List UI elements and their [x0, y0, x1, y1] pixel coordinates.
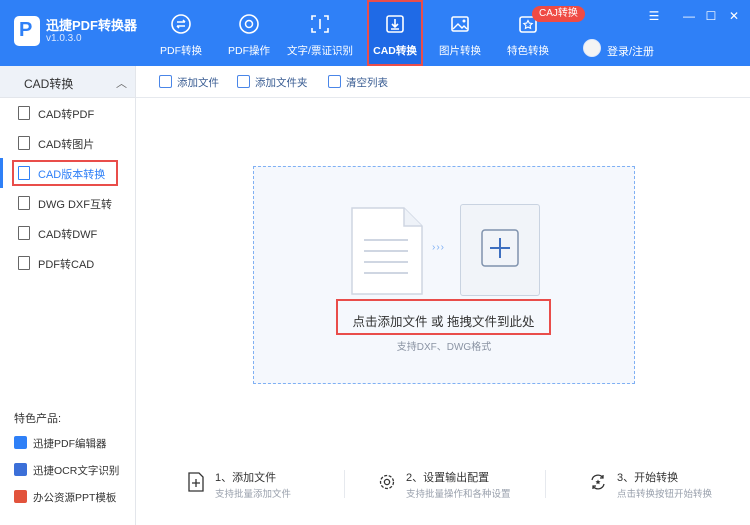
nav-cad-convert[interactable]: CAD转换: [367, 0, 423, 66]
featured-title: 特色产品:: [14, 413, 62, 425]
sidebar-item-dwg-dxf[interactable]: DWG DXF互转: [0, 188, 135, 218]
nav-image-convert[interactable]: 图片转换: [422, 0, 498, 66]
pdf-file-icon: [18, 106, 30, 120]
sidebar-item-label: CAD转DWF: [38, 229, 98, 241]
menu-icon[interactable]: ☰: [647, 9, 661, 23]
minimize-icon[interactable]: —: [682, 9, 696, 23]
document-illustration-icon: [351, 207, 423, 295]
toolbar: 添加文件 添加文件夹 清空列表: [136, 66, 750, 98]
featured-item-ppt[interactable]: 办公资源PPT模板: [14, 488, 134, 506]
add-folder-label: 添加文件夹: [255, 77, 308, 89]
app-logo-icon: P: [14, 16, 40, 46]
drop-zone-main-text: 点击添加文件 或 拖拽文件到此处: [352, 315, 535, 329]
step-desc: 点击转换按钮开始转换: [617, 489, 713, 500]
nav-pdf-convert[interactable]: PDF转换: [143, 0, 219, 66]
drop-zone-prompt[interactable]: 点击添加文件 或 拖拽文件到此处: [336, 299, 551, 335]
clear-list-label: 清空列表: [346, 77, 388, 89]
step-title: 1、添加文件: [215, 472, 277, 484]
step-title: 3、开始转换: [617, 472, 679, 484]
nav-label: CAD转换: [373, 45, 417, 57]
caj-badge[interactable]: CAJ转换: [532, 6, 585, 22]
step-divider: [344, 470, 345, 498]
convert-refresh-icon: [591, 474, 605, 490]
add-folder-icon: [237, 75, 250, 88]
version-icon: [18, 166, 30, 180]
arrows-icon: ›››: [432, 242, 445, 253]
nav-text-recognize[interactable]: 文字/票证识别: [280, 0, 360, 66]
selection-indicator: [0, 158, 3, 188]
step-divider: [545, 470, 546, 498]
maximize-icon[interactable]: ☐: [704, 9, 718, 23]
text-recognize-icon: [311, 15, 329, 33]
featured-item-label: 迅捷OCR文字识别: [33, 465, 120, 477]
app-title: 迅捷PDF转换器: [46, 18, 138, 33]
sidebar-header[interactable]: CAD转换 ︿: [0, 66, 135, 98]
sidebar: CAD转换 ︿ CAD转PDF CAD转图片 CAD版本转换 DWG DXF互转…: [0, 66, 136, 525]
add-file-step-icon: [188, 472, 204, 492]
dwg-file-icon: [18, 196, 30, 210]
featured-item-pdf-editor[interactable]: 迅捷PDF编辑器: [14, 434, 134, 452]
login-button[interactable]: 登录/注册: [607, 43, 654, 59]
pdf-convert-icon: [171, 14, 191, 34]
plus-icon: [481, 229, 519, 267]
ocr-icon: [14, 463, 27, 476]
dwf-file-icon: [18, 226, 30, 240]
sidebar-item-cad-to-image[interactable]: CAD转图片: [0, 128, 135, 158]
trash-icon: [328, 75, 341, 88]
pdf-editor-icon: [14, 436, 27, 449]
avatar[interactable]: [583, 39, 601, 57]
sidebar-item-pdf-to-cad[interactable]: PDF转CAD: [0, 248, 135, 278]
sidebar-item-label: CAD转图片: [38, 139, 95, 151]
nav-label: 特色转换: [507, 45, 549, 57]
ppt-template-icon: [14, 490, 27, 503]
featured-item-label: 办公资源PPT模板: [33, 492, 117, 504]
nav-label: 图片转换: [439, 45, 481, 57]
image-file-icon: [18, 136, 30, 150]
image-convert-icon: [451, 16, 469, 32]
sidebar-item-label: PDF转CAD: [38, 259, 95, 271]
featured-item-label: 迅捷PDF编辑器: [33, 438, 107, 450]
nav-label: PDF操作: [228, 45, 270, 57]
app-version: v1.0.3.0: [46, 33, 82, 44]
pdf-operate-icon: [239, 14, 259, 34]
nav-label: 文字/票证识别: [287, 45, 353, 57]
sidebar-item-cad-version[interactable]: CAD版本转换: [0, 158, 135, 188]
step-desc: 支持批量操作和各种设置: [406, 489, 511, 500]
featured-item-ocr[interactable]: 迅捷OCR文字识别: [14, 461, 134, 479]
nav-label: PDF转换: [160, 45, 202, 57]
sidebar-item-label: CAD版本转换: [38, 169, 106, 181]
add-file-icon: [159, 75, 172, 88]
sidebar-item-label: CAD转PDF: [38, 109, 95, 121]
chevron-up-icon: ︿: [116, 78, 127, 90]
settings-gear-icon: [379, 474, 395, 490]
top-bar: P 迅捷PDF转换器 v1.0.3.0 PDF转换 PDF操作 文字/票证识别 …: [0, 0, 750, 66]
nav-pdf-operate[interactable]: PDF操作: [211, 0, 287, 66]
sidebar-header-label: CAD转换: [24, 77, 74, 91]
cad-convert-icon: [386, 15, 404, 33]
step-title: 2、设置输出配置: [406, 472, 490, 484]
sidebar-item-cad-to-pdf[interactable]: CAD转PDF: [0, 98, 135, 128]
add-file-label: 添加文件: [177, 77, 219, 89]
drop-zone-sub-text: 支持DXF、DWG格式: [396, 342, 492, 353]
step-desc: 支持批量添加文件: [215, 489, 292, 500]
sidebar-item-cad-to-dwf[interactable]: CAD转DWF: [0, 218, 135, 248]
sidebar-item-label: DWG DXF互转: [38, 199, 112, 211]
cad-file-icon: [18, 256, 30, 270]
close-icon[interactable]: ✕: [727, 9, 741, 23]
